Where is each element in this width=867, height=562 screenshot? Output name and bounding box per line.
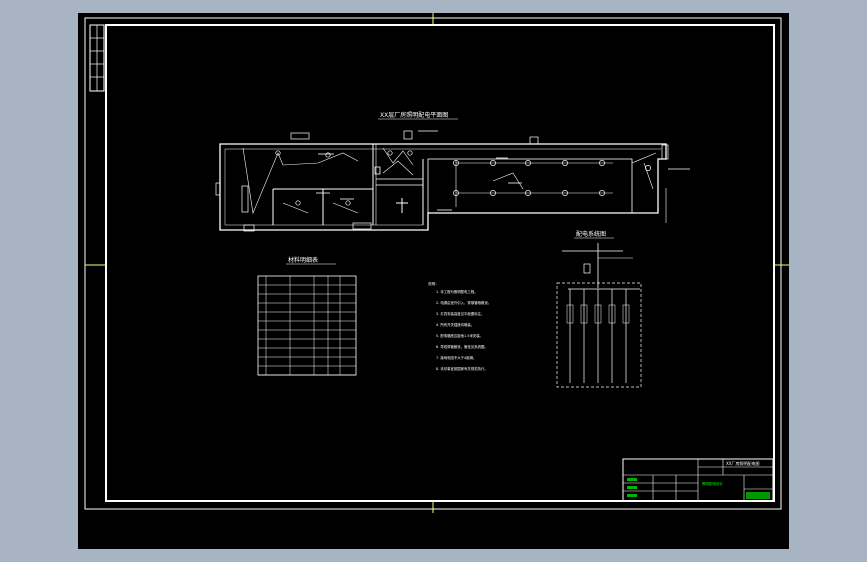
title-block[interactable]: XX厂房照明配电图 照明配电设计 (622, 458, 774, 502)
plan-annotations (316, 130, 690, 211)
note-line: 1. 本工程为照明配电工程。 (436, 289, 478, 294)
floor-plan[interactable]: XX层厂房照明配电平面图 (215, 111, 690, 232)
note-line: 3. 灯具安装高度见平面图标注。 (436, 311, 484, 316)
distribution-diagram[interactable]: 配电系统图 (556, 230, 642, 388)
note-line: 4. 所有开关插座均暗装。 (436, 322, 474, 327)
note-line: 7. 接地电阻不大于4欧姆。 (436, 355, 476, 360)
note-line: 2. 电源由室外引入，穿钢管暗敷设。 (436, 300, 491, 305)
note-line: 8. 未尽事宜按国家有关规范执行。 (436, 366, 488, 371)
plan-hall (427, 158, 633, 214)
cad-viewport[interactable]: XX层厂房照明配电平面图 材料明细表 说明： 1. 本工程为照明配电工程。 2.… (78, 13, 789, 549)
titleblock-drawing-name: XX厂房照明配电图 (726, 460, 759, 466)
notes-heading: 说明： (428, 281, 439, 286)
wiring-hall (455, 161, 613, 207)
plan-outer-wall (219, 143, 667, 231)
centering-marks (85, 13, 789, 513)
plan-title: XX层厂房照明配电平面图 (380, 111, 448, 119)
switch-icon (396, 198, 408, 213)
titleblock-project: 照明配电设计 (702, 481, 723, 486)
table-title: 材料明细表 (288, 256, 318, 264)
drawing-canvas: XX层厂房照明配电平面图 材料明细表 说明： 1. 本工程为照明配电工程。2. … (84, 13, 789, 513)
sheet-inner-border (105, 24, 775, 502)
note-line: 5. 配电箱底边距地1.5米安装。 (436, 333, 483, 338)
sheet-outer-border (84, 17, 782, 510)
note-line: 6. 导线穿管敷设，管径见系统图。 (436, 344, 488, 349)
materials-table[interactable]: 材料明细表 (257, 256, 357, 376)
notes-block: 说明： 1. 本工程为照明配电工程。 2. 电源由室外引入，穿钢管暗敷设。 3. 灯… (428, 281, 491, 371)
titleblock-green-stamp (746, 492, 770, 499)
binding-strip (89, 24, 105, 92)
diagram-title: 配电系统图 (576, 230, 606, 238)
